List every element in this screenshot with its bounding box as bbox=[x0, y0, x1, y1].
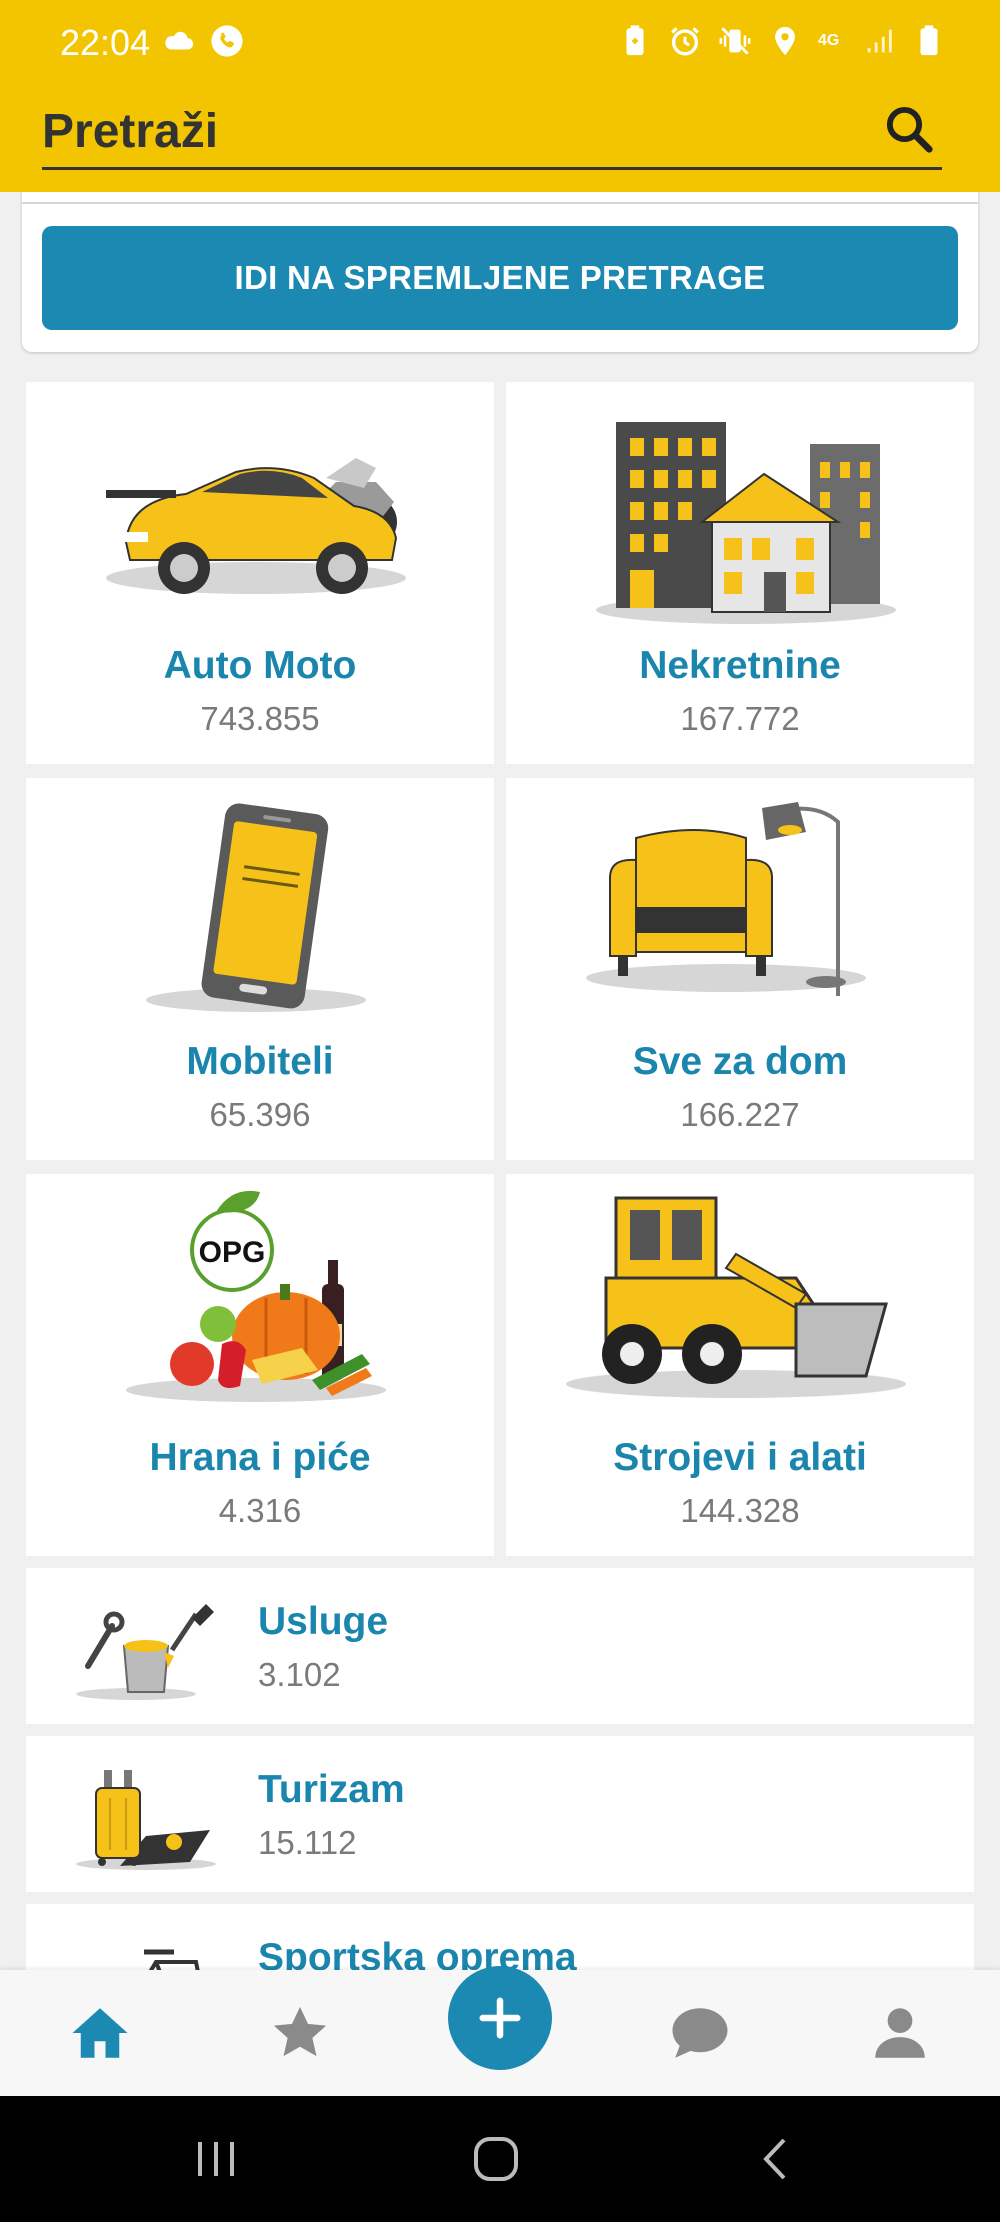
home-circle-icon[interactable] bbox=[466, 2134, 526, 2184]
category-row-turizam[interactable]: Turizam 15.112 bbox=[26, 1736, 974, 1892]
category-tile-mobiteli[interactable]: Mobiteli 65.396 bbox=[26, 778, 494, 1160]
category-name: Hrana i piće bbox=[149, 1436, 371, 1479]
saved-searches-button[interactable]: IDI NA SPREMLJENE PRETRAGE bbox=[42, 226, 958, 330]
network-4g-icon: 4G bbox=[818, 32, 840, 49]
nav-messages[interactable] bbox=[640, 1970, 760, 2096]
search-input[interactable]: Pretraži bbox=[42, 104, 218, 159]
vibrate-icon bbox=[719, 27, 751, 55]
home-system-button[interactable] bbox=[466, 2134, 526, 2184]
opg-badge-text: OPG bbox=[199, 1236, 266, 1269]
battery-icon bbox=[920, 25, 938, 56]
status-bar: 22:04 4G bbox=[0, 0, 1000, 86]
nav-home[interactable] bbox=[40, 1970, 160, 2096]
battery-saver-icon bbox=[626, 25, 644, 56]
category-count: 4.316 bbox=[218, 1492, 302, 1529]
alarm-icon bbox=[671, 27, 699, 56]
status-left-icons bbox=[162, 24, 244, 58]
category-row-usluge[interactable]: Usluge 3.102 bbox=[26, 1568, 974, 1724]
nav-favorites[interactable] bbox=[240, 1970, 360, 2096]
category-tile-sve-za-dom[interactable]: Sve za dom 166.227 bbox=[506, 778, 974, 1160]
add-ad-button[interactable] bbox=[448, 1966, 552, 2070]
category-count: 3.102 bbox=[258, 1656, 341, 1693]
app-header: 22:04 4G Pretraži bbox=[0, 0, 1000, 192]
category-tile-strojevi-i-alati[interactable]: Strojevi i alati 144.328 bbox=[506, 1174, 974, 1556]
bulldozer-icon bbox=[506, 1174, 974, 1444]
food-drink-icon: OPG bbox=[26, 1174, 494, 1444]
category-name: Nekretnine bbox=[639, 644, 841, 687]
back-system-button[interactable] bbox=[746, 2134, 806, 2184]
armchair-lamp-icon bbox=[506, 778, 974, 1048]
smartphone-icon bbox=[26, 778, 494, 1048]
category-name: Mobiteli bbox=[186, 1040, 334, 1083]
back-chevron-icon[interactable] bbox=[746, 2134, 806, 2184]
divider bbox=[22, 202, 978, 204]
location-icon bbox=[775, 26, 795, 56]
category-count: 15.112 bbox=[258, 1824, 357, 1861]
call-icon bbox=[211, 25, 243, 57]
buildings-icon bbox=[506, 382, 974, 652]
category-name: Strojevi i alati bbox=[613, 1436, 867, 1479]
recent-apps-icon[interactable] bbox=[186, 2134, 246, 2184]
search-bar[interactable]: Pretraži bbox=[42, 96, 942, 170]
favorites-star-icon[interactable] bbox=[267, 2000, 333, 2066]
add-ad-icon[interactable] bbox=[477, 1995, 523, 2041]
search-icon[interactable] bbox=[882, 102, 936, 156]
nav-profile[interactable] bbox=[840, 1970, 960, 2096]
system-navigation-bar bbox=[0, 2096, 1000, 2222]
status-right-icons: 4G bbox=[618, 24, 946, 58]
category-tile-hrana-i-pice[interactable]: OPG Hrana i piće 4.316 bbox=[26, 1174, 494, 1556]
bicycle-icon bbox=[66, 1922, 246, 1970]
signal-icon bbox=[867, 29, 892, 53]
category-count: 65.396 bbox=[209, 1096, 311, 1133]
category-row-sportska-oprema[interactable]: Sportska oprema bbox=[26, 1904, 974, 1970]
category-count: 743.855 bbox=[200, 700, 320, 737]
category-name: Sportska oprema bbox=[258, 1936, 577, 1970]
category-name: Sve za dom bbox=[632, 1040, 848, 1083]
car-motorcycle-icon bbox=[26, 382, 494, 652]
messages-icon[interactable] bbox=[667, 2000, 733, 2066]
category-name: Auto Moto bbox=[163, 644, 357, 687]
cloud-icon bbox=[165, 31, 194, 50]
category-count: 166.227 bbox=[680, 1096, 800, 1133]
tools-paint-icon bbox=[66, 1586, 246, 1706]
category-name: Turizam bbox=[258, 1768, 405, 1811]
category-list[interactable]: IDI NA SPREMLJENE PRETRAGE Auto Moto 743… bbox=[0, 192, 1000, 1970]
category-count: 167.772 bbox=[680, 700, 800, 737]
saved-searches-card: IDI NA SPREMLJENE PRETRAGE bbox=[22, 192, 978, 352]
profile-icon[interactable] bbox=[867, 2000, 933, 2066]
home-icon[interactable] bbox=[67, 2000, 133, 2066]
bottom-navigation bbox=[0, 1966, 1000, 2096]
category-count: 144.328 bbox=[680, 1492, 800, 1529]
status-time: 22:04 bbox=[60, 22, 151, 63]
category-name: Usluge bbox=[258, 1600, 389, 1643]
category-tile-auto-moto[interactable]: Auto Moto 743.855 bbox=[26, 382, 494, 764]
recent-apps-button[interactable] bbox=[186, 2134, 246, 2184]
category-tile-nekretnine[interactable]: Nekretnine 167.772 bbox=[506, 382, 974, 764]
suitcase-icon bbox=[66, 1754, 246, 1874]
